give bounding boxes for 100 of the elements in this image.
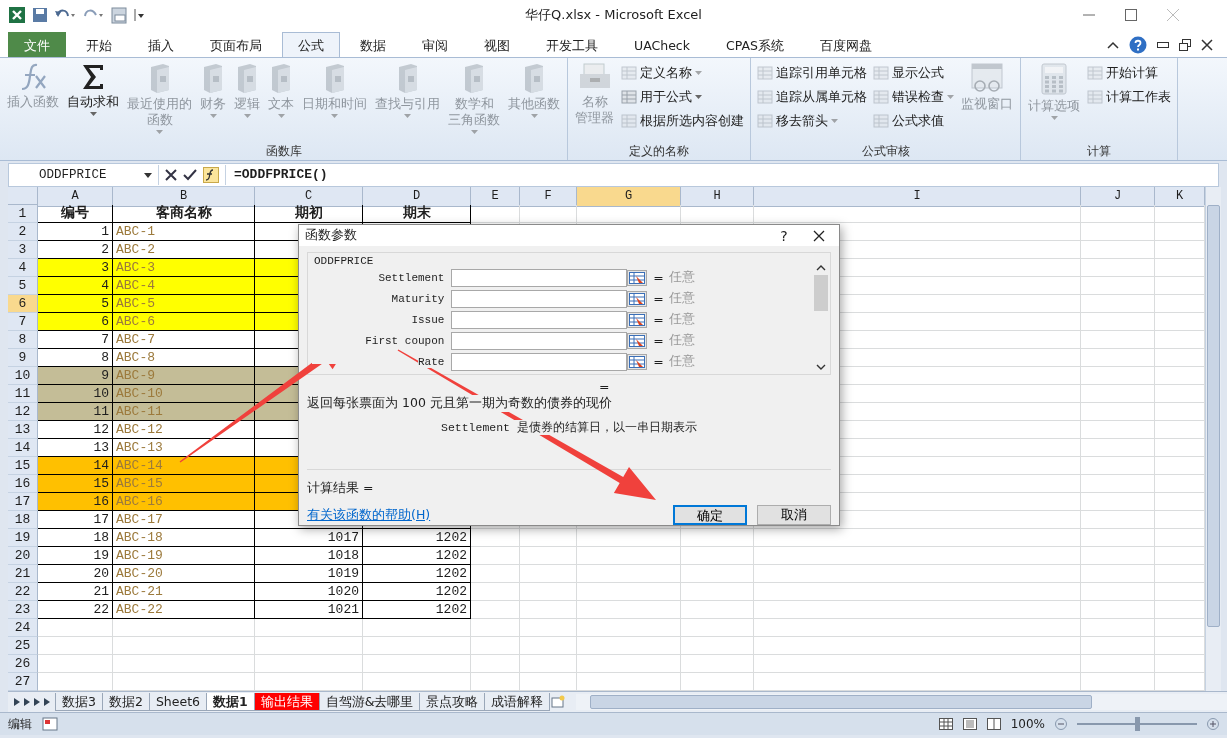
ribbon-tab[interactable]: 开始 (70, 32, 128, 57)
dialog-button[interactable]: 确定 (673, 505, 747, 525)
argument-field[interactable] (451, 289, 628, 308)
function-icon[interactable] (203, 167, 219, 183)
cancel-icon[interactable] (165, 169, 177, 181)
scroll-up-icon[interactable] (816, 265, 826, 271)
row-header[interactable]: 3 (8, 241, 38, 259)
scrollbar-thumb[interactable] (814, 275, 828, 311)
name-box[interactable]: ODDFPRICE (9, 165, 159, 185)
help-icon[interactable] (1129, 35, 1147, 54)
argument-field[interactable] (451, 331, 628, 350)
page-break-icon[interactable] (986, 718, 1001, 730)
range-select-button[interactable] (627, 353, 648, 370)
row-header[interactable]: 20 (8, 547, 38, 565)
ribbon-tab[interactable]: 开发工具 (530, 32, 614, 57)
sheet-tab[interactable]: 输出结果 (253, 693, 320, 711)
row-header[interactable]: 13 (8, 421, 38, 439)
row-header[interactable]: 11 (8, 385, 38, 403)
scrollbar[interactable] (576, 694, 1227, 710)
slider-thumb[interactable] (1135, 717, 1140, 731)
row-header[interactable]: 5 (8, 277, 38, 295)
scrollbar-thumb[interactable] (590, 695, 1093, 709)
sheet-tab[interactable]: 数据2 (101, 693, 150, 711)
row-header[interactable]: 26 (8, 655, 38, 673)
row-header[interactable]: 4 (8, 259, 38, 277)
collapse-icon[interactable] (1107, 39, 1119, 50)
row-header[interactable]: 9 (8, 349, 38, 367)
macro-record-icon[interactable] (42, 717, 58, 731)
ribbon-tab[interactable]: 视图 (468, 32, 526, 57)
row-header[interactable]: 19 (8, 529, 38, 547)
column-header[interactable]: K (1155, 187, 1205, 207)
maximize-icon[interactable] (1125, 9, 1137, 21)
row-header[interactable]: 1 (8, 205, 38, 223)
row-header[interactable]: 21 (8, 565, 38, 583)
row-header[interactable]: 22 (8, 583, 38, 601)
ribbon-tab[interactable]: 公式 (282, 32, 340, 57)
help-link[interactable]: 有关该函数的帮助(H) (307, 506, 431, 524)
ribbon-tab[interactable]: 页面布局 (194, 32, 278, 57)
ribbon-tab[interactable]: 审阅 (406, 32, 464, 57)
ribbon-tab[interactable]: 百度网盘 (803, 32, 888, 57)
row-header[interactable]: 6 (8, 295, 38, 313)
row-header[interactable]: 17 (8, 493, 38, 511)
range-select-button[interactable] (627, 269, 648, 286)
sheet-tab[interactable]: 自驾游&去哪里 (318, 693, 421, 711)
ribbon-button[interactable]: 用于公式 (619, 86, 746, 108)
row-header[interactable]: 14 (8, 439, 38, 457)
ribbon-tab[interactable]: CPAS系统 (709, 32, 800, 57)
restore-icon[interactable] (1179, 38, 1191, 51)
close-icon[interactable] (1201, 38, 1213, 51)
column-header[interactable]: G (577, 187, 681, 207)
save-icon[interactable] (32, 7, 48, 23)
row-header[interactable]: 8 (8, 331, 38, 349)
ribbon-tab[interactable]: UACheck (618, 32, 706, 57)
argument-field[interactable] (451, 310, 628, 329)
range-select-button[interactable] (627, 311, 648, 328)
sheet-tab[interactable]: 数据3 (55, 693, 103, 711)
row-header[interactable]: 25 (8, 637, 38, 655)
row-header[interactable]: 2 (8, 223, 38, 241)
row-header[interactable]: 12 (8, 403, 38, 421)
normal-view-icon[interactable] (938, 718, 953, 730)
ribbon-button[interactable]: 自动求和 (64, 60, 122, 142)
argument-field[interactable] (451, 268, 628, 287)
row-header[interactable]: 18 (8, 511, 38, 529)
spreadsheet-app-icon[interactable] (8, 6, 26, 24)
column-header[interactable]: H (681, 187, 754, 207)
row-header[interactable]: 23 (8, 601, 38, 619)
scrollbar[interactable] (1205, 187, 1221, 691)
check-icon[interactable] (183, 169, 197, 181)
range-select-button[interactable] (627, 290, 648, 307)
row-header[interactable]: 16 (8, 475, 38, 493)
row-header[interactable]: 10 (8, 367, 38, 385)
minimize-icon[interactable] (1157, 40, 1169, 49)
scrollbar[interactable] (812, 263, 830, 372)
ribbon-tab[interactable]: 文件 (8, 32, 66, 57)
ribbon-tab[interactable]: 数据 (344, 32, 402, 57)
sheet-tab[interactable]: 成语解释 (484, 693, 551, 711)
page-layout-icon[interactable] (962, 718, 977, 730)
scrollbar-thumb[interactable] (1207, 205, 1220, 627)
ribbon-tab[interactable]: 插入 (132, 32, 190, 57)
close-icon[interactable] (813, 229, 825, 242)
sheet-tab[interactable]: 景点攻略 (419, 693, 486, 711)
dropdown-icon[interactable] (134, 8, 144, 22)
scroll-down-icon[interactable] (816, 364, 826, 370)
clipboard-icon[interactable] (110, 6, 128, 24)
argument-field[interactable] (451, 352, 628, 371)
row-header[interactable]: 15 (8, 457, 38, 475)
row-header[interactable]: 27 (8, 673, 38, 691)
column-header[interactable]: F (520, 187, 577, 207)
help-button[interactable]: ? (769, 227, 799, 244)
dialog-button[interactable]: 取消 (757, 505, 831, 525)
caret-icon[interactable] (144, 172, 152, 178)
row-header[interactable]: 7 (8, 313, 38, 331)
sheet-tab[interactable]: Sheet6 (148, 693, 207, 711)
formula-field[interactable]: =ODDFPRICE() (225, 165, 1218, 185)
sheet-tab[interactable]: 数据1 (206, 693, 255, 711)
range-select-button[interactable] (627, 332, 648, 349)
column-header[interactable]: J (1081, 187, 1155, 207)
column-header[interactable]: E (471, 187, 520, 207)
column-header[interactable]: I (754, 187, 1081, 207)
zoom-in-icon[interactable] (1207, 718, 1219, 730)
